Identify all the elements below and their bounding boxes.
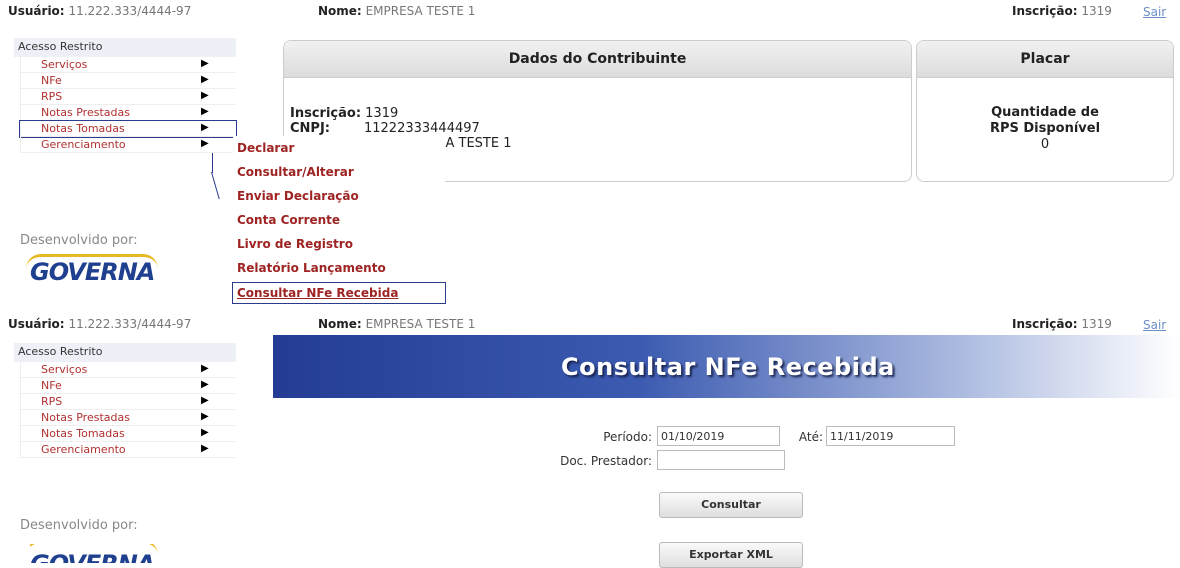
cnpj-value: 11222333444497 [363, 121, 480, 136]
submenu-conta-corrente[interactable]: Conta Corrente [233, 208, 445, 232]
page-banner: Consultar NFe Recebida [273, 335, 1180, 398]
inscricao-value: 1319 [1081, 4, 1112, 18]
page-title: Consultar NFe Recebida [561, 353, 895, 381]
inscricao-label: Inscrição: [1012, 4, 1078, 18]
arrow-right-icon: ▶ [201, 90, 209, 101]
contrib-inscricao-label: Inscrição: [290, 106, 362, 121]
sair-link-2[interactable]: Sair [1143, 318, 1166, 332]
menu-title: Acesso Restrito [14, 38, 236, 57]
menu-item-notas-tomadas[interactable]: Notas Tomadas ▶ [19, 120, 237, 138]
nome-value: EMPRESA TESTE 1 [365, 4, 476, 18]
menu-item-notas-prestadas[interactable]: Notas Prestadas ▶ [20, 105, 236, 121]
nome-label: Nome: [318, 4, 362, 18]
submenu-consultar-alterar[interactable]: Consultar/Alterar [233, 160, 445, 184]
inscricao-label: Inscrição: [1012, 317, 1078, 331]
submenu-consultar-nfe-recebida[interactable]: Consultar NFe Recebida [232, 282, 446, 304]
menu-item-nfe[interactable]: NFe ▶ [20, 378, 236, 394]
developed-by-label: Desenvolvido por: [20, 233, 138, 248]
arrow-right-icon: ▶ [201, 395, 209, 406]
inscricao-header: Inscrição: 1319 [1012, 4, 1112, 18]
consultar-button[interactable]: Consultar [659, 492, 803, 518]
contribuinte-title: Dados do Contribuinte [284, 41, 911, 78]
doc-prestador-label: Doc. Prestador: [560, 454, 652, 468]
periodo-label: Período: [603, 430, 652, 444]
cnpj-label: CNPJ: [290, 121, 330, 136]
placar-title: Placar [917, 41, 1173, 78]
nome-value: EMPRESA TESTE 1 [365, 317, 476, 331]
nome-header-2: Nome: EMPRESA TESTE 1 [318, 317, 475, 331]
usuario-label: Usuário: [8, 4, 65, 18]
inscricao-header-2: Inscrição: 1319 [1012, 317, 1112, 331]
side-menu-2: Acesso Restrito Serviços ▶ NFe ▶ RPS ▶ Nota… [14, 343, 236, 458]
usuario-value: 11.222.333/4444-97 [68, 317, 192, 331]
menu-item-rps[interactable]: RPS ▶ [20, 394, 236, 410]
submenu-declarar[interactable]: Declarar [233, 136, 445, 160]
nome-label: Nome: [318, 317, 362, 331]
arrow-right-icon: ▶ [201, 138, 209, 149]
arrow-right-icon: ▶ [201, 58, 209, 69]
arrow-right-icon: ▶ [201, 363, 209, 374]
periodo-input[interactable] [657, 426, 780, 446]
menu-item-servicos[interactable]: Serviços ▶ [20, 362, 236, 378]
arrow-right-icon: ▶ [201, 122, 209, 133]
arrow-right-icon: ▶ [201, 427, 209, 438]
menu-item-gerenciamento[interactable]: Gerenciamento ▶ [20, 137, 236, 153]
placar-info: Quantidade de RPS Disponível 0 [917, 105, 1173, 153]
placar-value: 0 [1040, 137, 1050, 152]
menu-item-gerenciamento[interactable]: Gerenciamento ▶ [20, 442, 236, 458]
governa-logo: GOVERNA [26, 254, 160, 290]
inscricao-value: 1319 [1081, 317, 1112, 331]
arrow-right-icon: ▶ [201, 379, 209, 390]
doc-prestador-input[interactable] [657, 450, 785, 470]
usuario-header: Usuário: 11.222.333/4444-97 [8, 4, 191, 18]
ate-input[interactable] [826, 426, 955, 446]
menu-item-nfe[interactable]: NFe ▶ [20, 73, 236, 89]
placar-panel: Placar Quantidade de RPS Disponível 0 [916, 40, 1174, 182]
menu-item-notas-prestadas[interactable]: Notas Prestadas ▶ [20, 410, 236, 426]
governa-logo-2: GOVERNA [30, 544, 160, 563]
side-menu: Acesso Restrito Serviços ▶ NFe ▶ RPS ▶ Nota… [14, 38, 237, 153]
exportar-xml-button[interactable]: Exportar XML [659, 542, 803, 568]
logo-arc [26, 254, 158, 269]
menu-item-servicos[interactable]: Serviços ▶ [20, 57, 236, 73]
developed-by-label-2: Desenvolvido por: [20, 518, 138, 533]
submenu-relatorio-lancamento[interactable]: Relatório Lançamento [233, 256, 445, 280]
usuario-label: Usuário: [8, 317, 65, 331]
menu-item-rps[interactable]: RPS ▶ [20, 89, 236, 105]
connector-line [212, 153, 213, 173]
menu-item-notas-tomadas[interactable]: Notas Tomadas ▶ [20, 426, 236, 442]
arrow-right-icon: ▶ [201, 443, 209, 454]
ate-label: Até: [798, 430, 823, 444]
arrow-right-icon: ▶ [201, 411, 209, 422]
sair-link[interactable]: Sair [1143, 5, 1166, 19]
usuario-header-2: Usuário: 11.222.333/4444-97 [8, 317, 191, 331]
connector-line [211, 172, 220, 200]
submenu-enviar-declaracao[interactable]: Enviar Declaração [233, 184, 445, 208]
submenu-livro-registro[interactable]: Livro de Registro [233, 232, 445, 256]
notas-tomadas-submenu: Declarar Consultar/Alterar Enviar Declar… [232, 136, 446, 304]
nome-header: Nome: EMPRESA TESTE 1 [318, 4, 475, 18]
arrow-right-icon: ▶ [201, 74, 209, 85]
menu-title: Acesso Restrito [14, 343, 236, 362]
usuario-value: 11.222.333/4444-97 [68, 4, 192, 18]
arrow-right-icon: ▶ [201, 106, 209, 117]
contrib-inscricao-value: 1319 [365, 106, 399, 121]
